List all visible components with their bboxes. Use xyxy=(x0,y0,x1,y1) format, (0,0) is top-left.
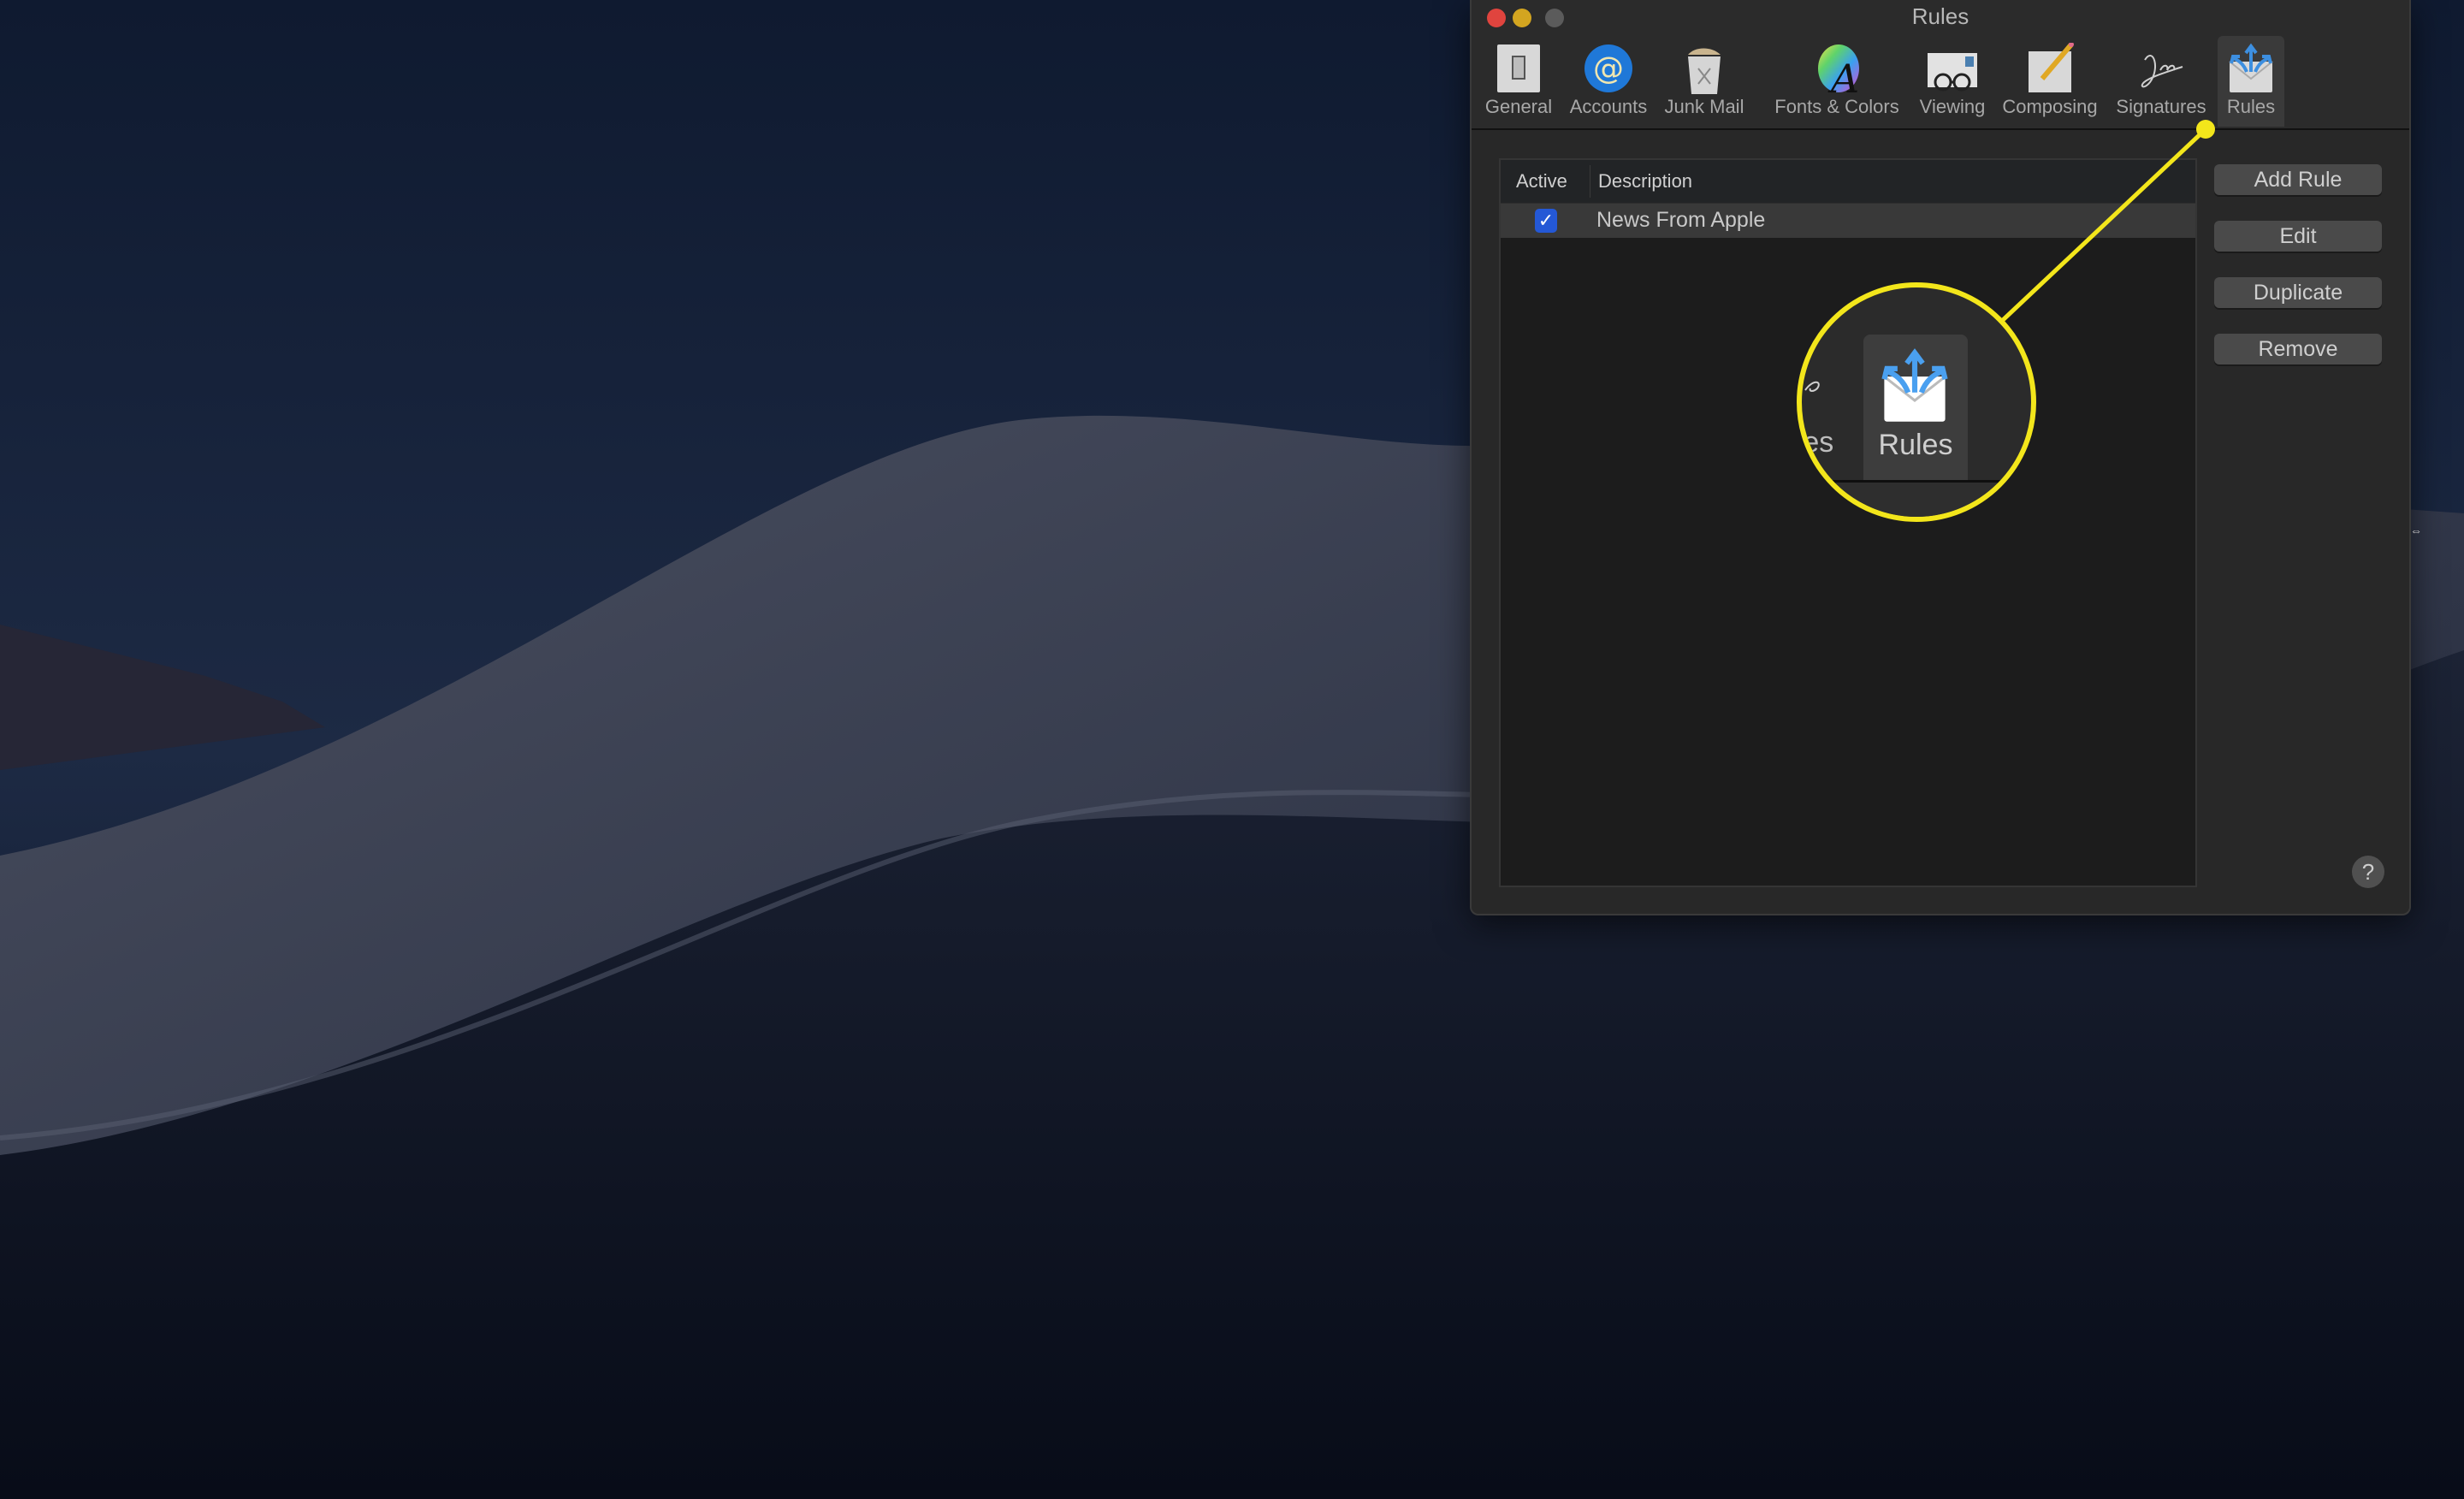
tab-general[interactable]: General xyxy=(1475,36,1562,127)
add-rule-button[interactable]: Add Rule xyxy=(2214,164,2382,195)
signatures-label-partial: res xyxy=(1797,426,1834,459)
window-title: Rules xyxy=(1911,3,1969,29)
column-header-description[interactable]: Description xyxy=(1598,170,1692,193)
rules-table: Active Description ✓ News From Apple xyxy=(1499,158,2197,887)
tab-accounts[interactable]: @ Accounts xyxy=(1564,36,1653,127)
signature-icon-partial xyxy=(1804,381,1820,392)
trash-can-icon xyxy=(1688,48,1721,94)
active-checkbox[interactable]: ✓ xyxy=(1535,209,1557,233)
column-header-active[interactable]: Active xyxy=(1516,170,1567,193)
tab-signatures[interactable]: Signatures xyxy=(2112,36,2211,127)
resize-cursor-icon: ⇔ xyxy=(2410,524,2422,537)
rules-envelope-icon xyxy=(2229,43,2273,92)
rule-description: News From Apple xyxy=(1596,208,1766,232)
duplicate-button[interactable]: Duplicate xyxy=(2214,277,2382,308)
tab-composing[interactable]: Composing xyxy=(1997,36,2103,127)
table-row[interactable]: ✓ News From Apple xyxy=(1501,204,2195,238)
rules-envelope-icon xyxy=(1881,348,1948,422)
general-switch-icon xyxy=(1497,44,1540,92)
rules-tab-magnified: Rules xyxy=(1863,335,1968,480)
tab-junk-mail[interactable]: Junk Mail xyxy=(1660,36,1749,127)
glasses-envelope-icon xyxy=(1928,53,1977,92)
font-color-wheel-icon: A xyxy=(1818,44,1859,96)
edit-button[interactable]: Edit xyxy=(2214,221,2382,252)
rules-magnifier-callout: res Rules xyxy=(1797,282,2036,522)
signature-icon xyxy=(2141,54,2183,88)
svg-text:A: A xyxy=(1827,56,1859,96)
svg-text:@: @ xyxy=(1593,51,1624,86)
tab-viewing[interactable]: Viewing xyxy=(1910,36,1995,127)
rules-label-magnified: Rules xyxy=(1878,429,1953,461)
title-bar: Rules General @ Accounts Junk Mail A Fon… xyxy=(1472,0,2409,130)
help-button[interactable]: ? xyxy=(2352,856,2384,888)
pencil-paper-icon xyxy=(2029,43,2074,92)
tab-rules[interactable]: Rules xyxy=(2218,36,2284,127)
tab-fonts-colors[interactable]: A Fonts & Colors xyxy=(1762,36,1911,127)
at-sign-icon: @ xyxy=(1584,44,1632,92)
callout-pointer-dot xyxy=(2196,120,2215,139)
remove-button[interactable]: Remove xyxy=(2214,334,2382,364)
table-header: Active Description xyxy=(1501,160,2195,204)
preferences-toolbar: General @ Accounts Junk Mail A Fonts & C… xyxy=(1472,36,2409,127)
